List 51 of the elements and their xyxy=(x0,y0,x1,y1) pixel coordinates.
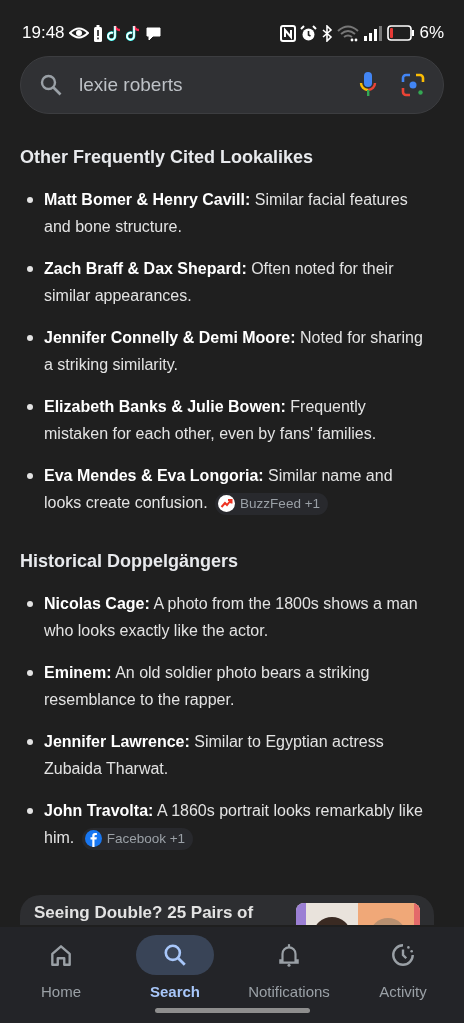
microphone-icon[interactable] xyxy=(359,71,377,99)
clock-icon xyxy=(390,942,416,968)
bullet-dot xyxy=(27,197,33,203)
list-item-text: Eminem: An old soldier photo bears a striking resemblance to the rapper. xyxy=(44,663,371,710)
list-item-text: John Travolta: A 1860s portrait looks remarkably like him. Facebook +1 xyxy=(44,797,424,851)
result-card[interactable]: Seeing Double? 25 Pairs of xyxy=(20,895,434,925)
list-item-text: Jennifer Connelly & Demi Moore: Noted for sharing a striking similarity. xyxy=(44,328,424,375)
music-note-icon xyxy=(125,24,141,42)
nfc-icon xyxy=(280,24,297,42)
facebook-icon xyxy=(84,830,102,848)
bullet-dot xyxy=(27,670,33,676)
bullet-dot xyxy=(27,473,33,479)
nav-tab[interactable]: Notifications xyxy=(232,935,346,1023)
list-item-text: Matt Bomer & Henry Cavill: Similar facial features and bone structure. xyxy=(44,190,409,237)
source-chip[interactable]: Facebook +1 xyxy=(81,827,194,850)
bullet-dot xyxy=(27,739,33,745)
eye-icon xyxy=(68,26,89,40)
wifi-icon xyxy=(337,24,360,42)
bullet-dot xyxy=(27,404,33,410)
card-title: Seeing Double? 25 Pairs of xyxy=(34,903,254,924)
bluetooth-icon xyxy=(321,24,334,42)
bullet-dot xyxy=(27,601,33,607)
camera-lens-icon[interactable] xyxy=(401,73,425,97)
section-heading: Historical Doppelgängers xyxy=(20,550,240,573)
alarm-icon xyxy=(300,24,318,42)
source-chip[interactable]: BuzzFeed +1 xyxy=(215,492,329,515)
list-item-text: Nicolas Cage: A photo from the 1800s shows a man who looks exactly like the actor. xyxy=(44,594,419,641)
section-heading: Other Frequently Cited Lookalikes xyxy=(20,146,315,169)
signal-icon xyxy=(363,24,384,42)
bullet-dot xyxy=(27,335,33,341)
search-icon xyxy=(39,73,63,97)
status-time: 19:48 xyxy=(22,22,65,45)
search-field[interactable]: lexie roberts xyxy=(79,70,359,100)
search-bar[interactable]: lexie roberts xyxy=(20,56,444,114)
battery-alert-icon xyxy=(92,24,103,42)
battery-percent: 6% xyxy=(419,22,444,45)
music-note-icon xyxy=(106,24,122,42)
search-icon xyxy=(162,942,188,968)
bullet-dot xyxy=(27,808,33,814)
nav-tab[interactable]: Activity xyxy=(346,935,460,1023)
list-item-text: Jennifer Lawrence: Similar to Egyptian actress Zubaida Tharwat. xyxy=(44,732,385,779)
list-item-text: Zach Braff & Dax Shepard: Often noted for their similar appearances. xyxy=(44,259,395,306)
battery-icon xyxy=(387,25,416,41)
nav-tab[interactable]: Home xyxy=(4,935,118,1023)
list-item-text: Eva Mendes & Eva Longoria: Similar name and looks create confusion. BuzzFeed +1 xyxy=(44,462,424,516)
home-icon xyxy=(48,942,74,968)
nav-tab[interactable]: Search xyxy=(118,935,232,1023)
bullet-dot xyxy=(27,266,33,272)
bell-icon xyxy=(276,942,302,968)
list-item-text: Elizabeth Banks & Julie Bowen: Frequently mistaken for each other, even by fans' families. xyxy=(44,397,378,444)
chat-bubble-icon xyxy=(144,25,162,41)
